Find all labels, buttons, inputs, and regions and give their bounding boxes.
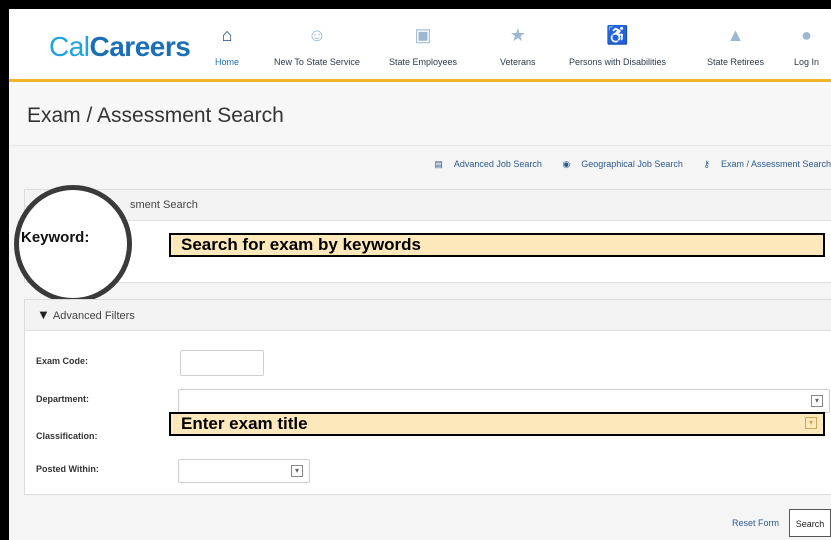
form-actions: Reset Form Search: [691, 509, 831, 539]
advanced-filters-header[interactable]: ▼ Advanced Filters: [25, 300, 831, 331]
exam-code-label: Exam Code:: [36, 356, 89, 366]
posted-within-label: Posted Within:: [36, 464, 99, 474]
nav-log-in[interactable]: ● Log In: [794, 23, 819, 67]
badge-icon: ▣: [414, 25, 432, 45]
keyword-input[interactable]: Search for exam by keywords: [169, 233, 825, 257]
department-label: Department:: [36, 394, 90, 404]
document-icon: ▤: [434, 159, 443, 169]
classification-label: Classification:: [36, 431, 98, 441]
chevron-down-icon: ▾: [811, 395, 823, 407]
keyword-label: Keyword:: [21, 229, 90, 246]
nav-persons-with-disabilities[interactable]: ♿ Persons with Disabilities: [569, 23, 666, 67]
nav-new-to-state-service[interactable]: ☺ New To State Service: [274, 23, 360, 67]
posted-within-select[interactable]: ▾: [178, 459, 310, 483]
chevron-down-icon: ▾: [805, 417, 817, 429]
nav-state-employees[interactable]: ▣ State Employees: [389, 23, 457, 67]
home-icon: ⌂: [221, 25, 233, 45]
nav-veterans[interactable]: ★ Veterans: [500, 23, 536, 67]
geographical-job-search-link[interactable]: ◉ Geographical Job Search: [553, 159, 682, 169]
calcareers-logo[interactable]: CalCareers: [49, 31, 191, 63]
top-navigation: CalCareers ⌂ Home ☺ New To State Service…: [9, 9, 831, 82]
chevron-down-icon: ▾: [291, 465, 303, 477]
exam-search-panel-title: sment Search: [25, 190, 831, 221]
reset-form-link[interactable]: Reset Form: [732, 518, 779, 528]
classification-input[interactable]: Enter exam title ▾: [169, 412, 825, 436]
page-header: Exam / Assessment Search: [9, 82, 831, 146]
star-icon: ★: [509, 25, 526, 45]
page-title: Exam / Assessment Search: [27, 104, 284, 127]
department-select[interactable]: ▾: [178, 389, 830, 413]
browser-frame: CalCareers ⌂ Home ☺ New To State Service…: [9, 9, 831, 540]
keyword-callout: Keyword:: [14, 185, 132, 303]
handshake-icon: ☺: [307, 25, 327, 45]
globe-icon: ◉: [562, 159, 571, 169]
capitol-icon: ▲: [726, 25, 745, 45]
advanced-job-search-link[interactable]: ▤ Advanced Job Search: [425, 159, 542, 169]
exam-assessment-search-link[interactable]: ⚷ Exam / Assessment Search: [694, 159, 831, 169]
advanced-filters-panel: ▼ Advanced Filters Exam Code: Department:…: [24, 299, 831, 495]
filter-icon: ▼: [37, 307, 50, 322]
user-icon: ●: [801, 25, 812, 45]
nav-state-retirees[interactable]: ▲ State Retirees: [707, 23, 764, 67]
quick-links: ▤ Advanced Job Search ◉ Geographical Job S…: [416, 159, 831, 170]
key-icon: ⚷: [703, 159, 710, 169]
nav-home[interactable]: ⌂ Home: [215, 23, 239, 67]
search-button[interactable]: Search: [789, 509, 831, 537]
exam-code-input[interactable]: [180, 350, 264, 376]
wheelchair-icon: ♿: [606, 25, 629, 45]
